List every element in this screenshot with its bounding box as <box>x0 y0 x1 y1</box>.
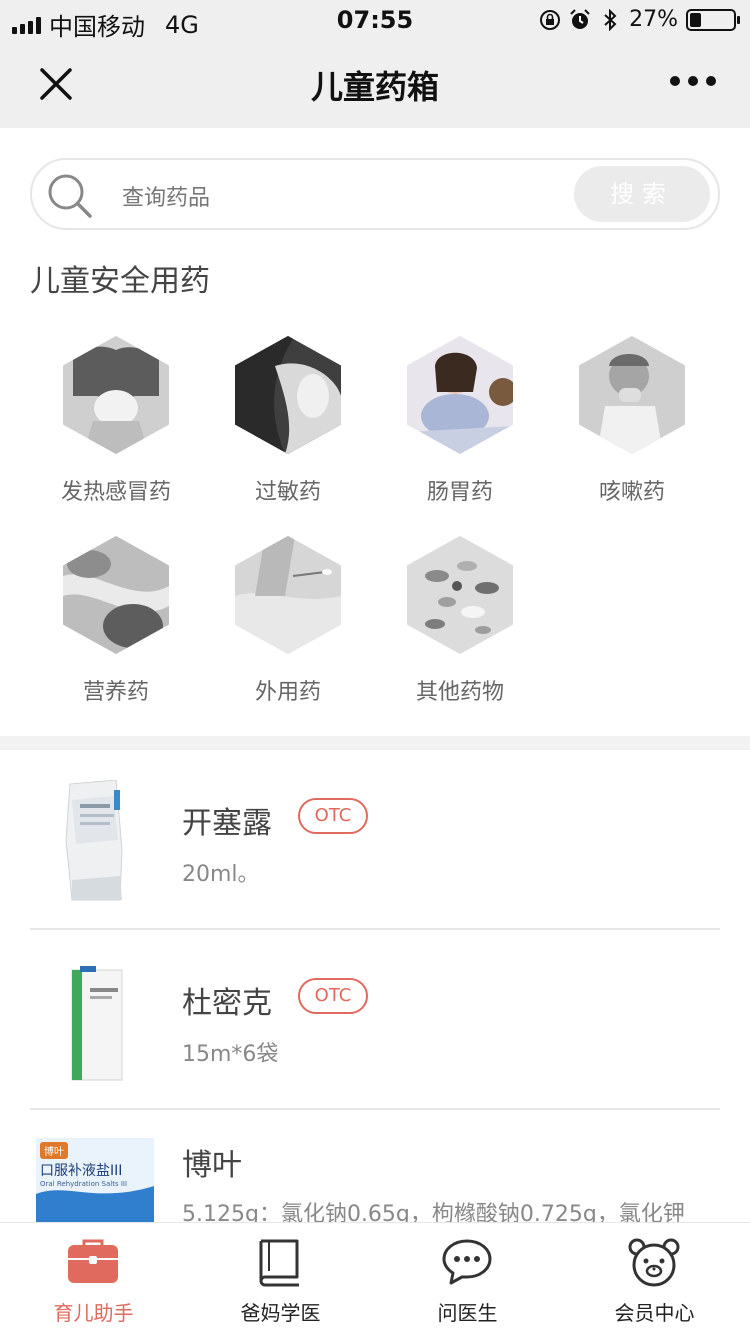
book-icon <box>253 1237 307 1287</box>
category-label: 营养药 <box>82 680 149 705</box>
drug-name: 开塞露 <box>182 806 272 841</box>
section-divider <box>0 736 750 750</box>
tab-label: 育儿助手 <box>53 1301 134 1325</box>
drug-image: 博叶 口服补液盐III Oral Rehydration Salts III <box>36 1138 154 1224</box>
category-label: 肠胃药 <box>426 480 493 505</box>
category-image <box>407 536 513 654</box>
drug-item-dumike[interactable]: 杜密克 OTC 15m*6袋 <box>30 960 720 1110</box>
category-label: 外用药 <box>254 680 321 705</box>
category-image <box>407 336 513 454</box>
section-title: 儿童安全用药 <box>30 264 210 299</box>
category-label: 过敏药 <box>254 480 321 505</box>
drug-image <box>32 960 162 1100</box>
drug-image <box>32 779 162 920</box>
row-divider <box>30 1108 720 1110</box>
category-label: 发热感冒药 <box>60 480 171 505</box>
package-brand: 博叶 <box>40 1142 68 1159</box>
tab-label: 爸妈学医 <box>240 1301 321 1325</box>
category-image <box>579 336 685 454</box>
bluetooth-icon <box>599 8 621 31</box>
tab-member-center[interactable]: 会员中心 <box>561 1223 748 1334</box>
search-input[interactable]: 查询药品 <box>122 180 210 212</box>
nav-bar: 儿童药箱 <box>0 40 750 128</box>
drug-spec: 20ml。 <box>182 862 260 887</box>
medicine-box-icon <box>66 1237 120 1287</box>
search-button[interactable]: 搜索 <box>574 166 710 222</box>
tab-label: 问医生 <box>437 1301 498 1325</box>
status-bar: 中国移动 4G 07:55 27% <box>0 0 750 41</box>
tab-parents-learn[interactable]: 爸妈学医 <box>187 1223 374 1334</box>
category-label: 其他药物 <box>415 680 504 705</box>
battery-fill <box>690 12 701 27</box>
tab-bar: 育儿助手 爸妈学医 问医生 会员中心 <box>0 1222 750 1334</box>
category-image <box>235 536 341 654</box>
more-icon[interactable] <box>670 76 716 86</box>
search-icon <box>46 172 94 220</box>
page-title: 儿童药箱 <box>310 68 439 106</box>
rotation-lock-icon <box>539 9 561 31</box>
category-fever-cold[interactable]: 发热感冒药 <box>30 336 202 506</box>
category-nutrition[interactable]: 营养药 <box>30 536 202 706</box>
category-label: 咳嗽药 <box>598 480 665 505</box>
category-stomach[interactable]: 肠胃药 <box>374 336 546 506</box>
package-product-name: 口服补液盐III <box>40 1163 123 1179</box>
battery-percent: 27% <box>629 7 678 32</box>
category-image <box>235 336 341 454</box>
category-allergy[interactable]: 过敏药 <box>202 336 374 506</box>
package-english-name: Oral Rehydration Salts III <box>40 1180 128 1188</box>
drug-name: 博叶 <box>182 1148 242 1183</box>
category-cough[interactable]: 咳嗽药 <box>546 336 718 506</box>
search-bar: 查询药品 搜索 <box>30 158 720 230</box>
category-image <box>63 336 169 454</box>
category-image <box>63 536 169 654</box>
drug-spec: 15m*6袋 <box>182 1042 279 1067</box>
chat-icon <box>440 1237 494 1287</box>
battery-icon <box>686 8 740 31</box>
otc-badge: OTC <box>298 798 368 834</box>
alarm-icon <box>569 8 591 31</box>
drug-name: 杜密克 <box>182 986 272 1021</box>
tab-parenting-assistant[interactable]: 育儿助手 <box>0 1223 187 1334</box>
tab-ask-doctor[interactable]: 问医生 <box>374 1223 561 1334</box>
category-other[interactable]: 其他药物 <box>374 536 546 706</box>
drug-item-boye[interactable]: 博叶 口服补液盐III Oral Rehydration Salts III 博… <box>30 1138 720 1228</box>
otc-badge: OTC <box>298 978 368 1014</box>
category-external[interactable]: 外用药 <box>202 536 374 706</box>
status-right: 27% <box>539 7 740 32</box>
row-divider <box>30 928 720 930</box>
bear-icon <box>627 1237 681 1287</box>
drug-item-kaisailu[interactable]: 开塞露 OTC 20ml。 <box>30 779 720 930</box>
tab-label: 会员中心 <box>614 1301 695 1325</box>
